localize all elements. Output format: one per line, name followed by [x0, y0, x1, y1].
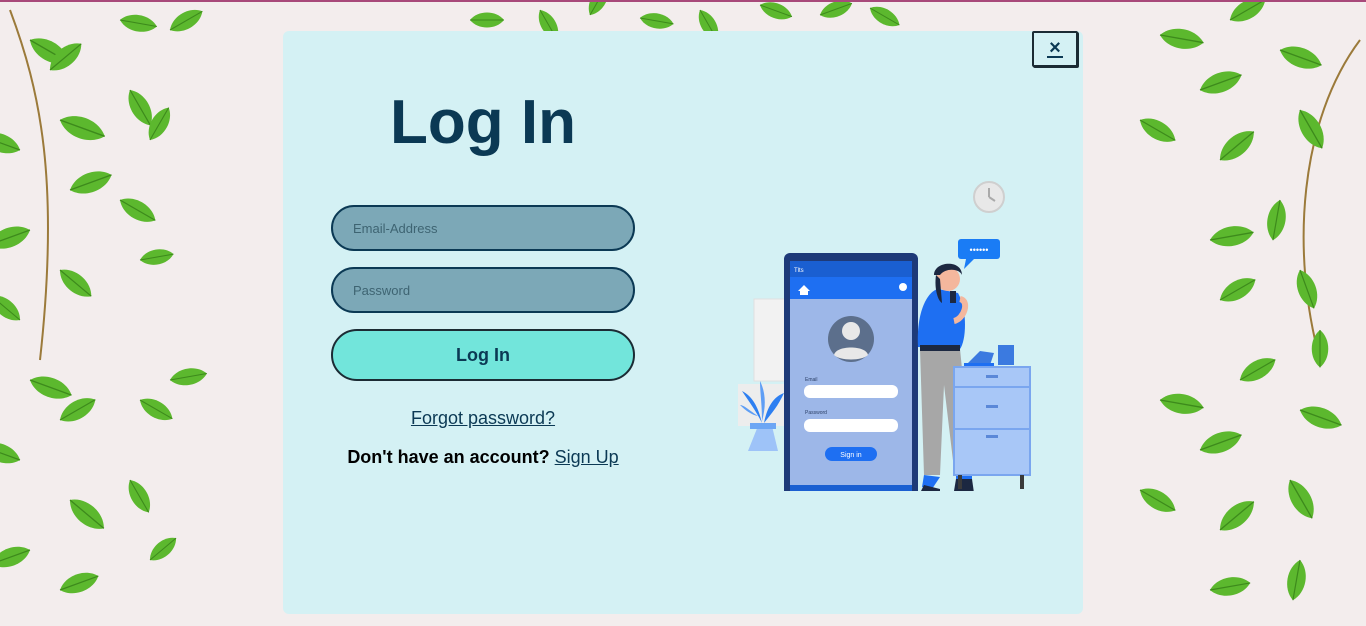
cabinet-with-laptop	[953, 345, 1031, 489]
chat-bubble-icon: ••••••	[958, 239, 1000, 269]
close-button[interactable]: ×	[1032, 31, 1078, 67]
signup-prompt: Don't have an account?	[347, 447, 550, 467]
signup-link[interactable]: Sign Up	[555, 447, 619, 467]
svg-text:Tlts: Tlts	[794, 268, 804, 274]
login-modal: × Log In Log In Forgot password? Don't h…	[283, 31, 1083, 614]
password-field[interactable]	[331, 267, 635, 313]
plant-icon	[738, 381, 788, 451]
top-accent-line	[0, 0, 1366, 2]
close-icon: ×	[1047, 37, 1063, 59]
svg-text:Email: Email	[805, 377, 818, 383]
clock-icon	[973, 181, 1005, 213]
email-field[interactable]	[331, 205, 635, 251]
page-title: Log In	[390, 88, 576, 157]
login-button[interactable]: Log In	[331, 329, 635, 381]
svg-text:••••••: ••••••	[970, 245, 989, 255]
phone-mockup: Tlts Email Password Sign in	[784, 253, 918, 491]
login-illustration: •••••• Tlts Email Password Sign in	[738, 181, 1031, 491]
svg-text:Password: Password	[805, 410, 827, 416]
signup-row: Don't have an account? Sign Up	[283, 447, 683, 468]
gear-icon	[899, 283, 907, 291]
forgot-password-link[interactable]: Forgot password?	[283, 408, 683, 429]
svg-text:Sign in: Sign in	[840, 452, 862, 459]
